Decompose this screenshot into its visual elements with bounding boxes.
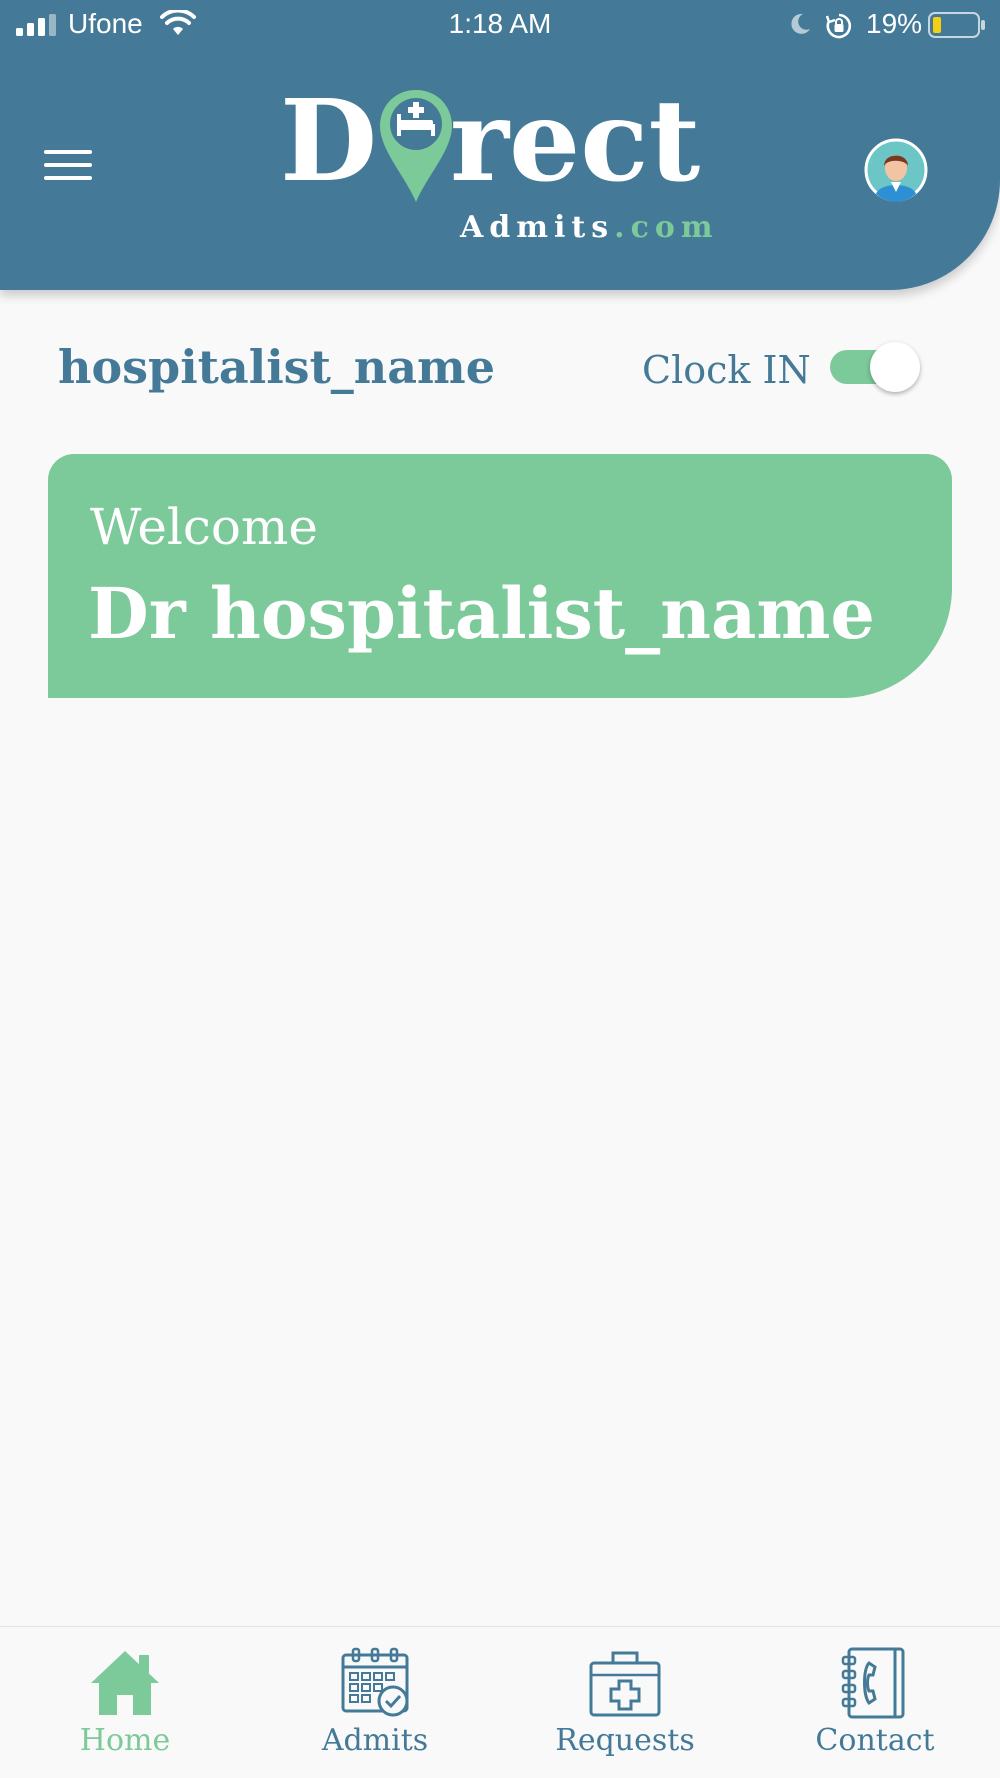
moon-icon (791, 13, 810, 34)
logo-sub-main: Admits (460, 210, 615, 245)
nav-item-contact[interactable]: Contact (750, 1627, 1000, 1778)
nav-item-home[interactable]: Home (0, 1627, 250, 1778)
status-bar: Ufone 1:18 AM 19% (0, 0, 1000, 52)
toggle-knob (870, 342, 920, 392)
nav-label-contact: Contact (815, 1723, 935, 1758)
clock-in-toggle[interactable] (830, 342, 920, 392)
rotation-lock-icon (825, 13, 852, 39)
nav-item-requests[interactable]: Requests (500, 1627, 750, 1778)
clock-in-label: Clock IN (642, 348, 811, 392)
doctor-avatar-icon (864, 138, 928, 202)
welcome-greeting: Welcome (90, 498, 319, 556)
logo-text: D rect Admits.com (280, 82, 720, 248)
logo-sub: Admits.com (460, 210, 719, 245)
logo-letters-rest: rect (450, 76, 701, 207)
medical-kit-icon (589, 1651, 661, 1717)
home-icon (91, 1651, 159, 1715)
welcome-doctor-name: Dr hospitalist_name (88, 572, 875, 655)
menu-button[interactable] (44, 150, 92, 188)
battery-percent: 19% (866, 8, 923, 39)
logo-letter-d: D (280, 76, 378, 207)
phone-book-icon (841, 1647, 905, 1719)
nav-item-admits[interactable]: Admits (250, 1627, 500, 1778)
nav-label-admits: Admits (321, 1723, 429, 1758)
welcome-card: Welcome Dr hospitalist_name (48, 454, 952, 698)
hospitalist-name-title: hospitalist_name (58, 340, 495, 394)
nav-label-home: Home (79, 1723, 171, 1758)
calendar-check-icon (341, 1647, 409, 1717)
battery-icon (928, 12, 985, 38)
hamburger-menu-icon (44, 150, 92, 154)
nav-label-requests: Requests (555, 1723, 695, 1758)
logo-sub-domain: .com (614, 210, 719, 245)
bottom-nav: Home Admits Requests Contact (0, 1626, 1000, 1778)
